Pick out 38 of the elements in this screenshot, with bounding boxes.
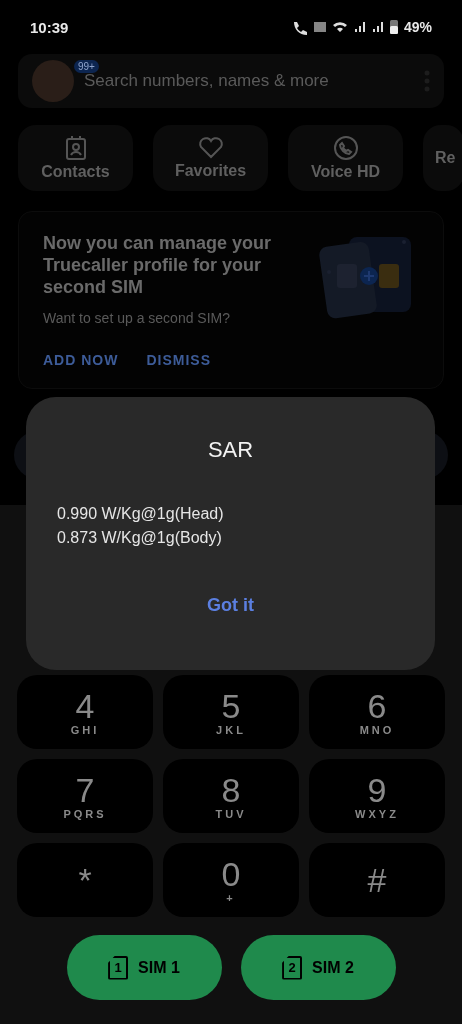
quick-action-button[interactable]: Favorites <box>153 125 268 191</box>
dial-key[interactable]: # <box>309 843 445 917</box>
sar-value: 0.873 W/Kg@1g(Body) <box>57 529 223 547</box>
quick-action-button[interactable]: Voice HD <box>288 125 403 191</box>
call-icon <box>291 19 308 35</box>
dialog-title: SAR <box>207 437 254 463</box>
dial-key[interactable]: 6 MNO <box>309 675 445 749</box>
phone-icon <box>332 135 359 161</box>
quick-action-button[interactable]: Re <box>423 125 462 191</box>
wifi-icon <box>331 21 348 33</box>
sar-value: 0.990 W/Kg@1g(Head) <box>57 505 225 523</box>
got-it-button[interactable]: Got it <box>199 591 262 620</box>
promo-subtitle: Want to set up a second SIM? <box>43 310 232 326</box>
dial-key[interactable]: 8 TUV <box>163 759 299 833</box>
search-field[interactable]: 99+ Search numbers, names & more <box>18 54 444 108</box>
promo-title: Now you can manage your Truecaller profile for your second SIM <box>43 232 273 298</box>
avatar[interactable] <box>32 60 74 102</box>
sim-card-icon: 1 <box>108 955 129 980</box>
sim-card-icon: 2 <box>282 955 303 980</box>
battery-percent: 49% <box>403 19 432 35</box>
promo-action-link[interactable]: ADD NOW <box>43 352 119 368</box>
notification-badge: 99+ <box>74 60 99 73</box>
sim-call-button[interactable]: 2 SIM 2 <box>240 935 396 1000</box>
promo-action-link[interactable]: DISMISS <box>146 352 211 368</box>
quick-action-button[interactable]: Contacts <box>18 125 133 191</box>
contact-card-icon <box>63 135 88 161</box>
dial-key[interactable]: 7 PQRS <box>17 759 153 833</box>
heart-icon <box>197 136 224 160</box>
signal-icon <box>353 21 366 33</box>
battery-icon <box>389 20 398 34</box>
dial-key[interactable]: 4 GHI <box>17 675 153 749</box>
dial-key[interactable]: 0 + <box>163 843 299 917</box>
status-time: 10:39 <box>30 18 69 36</box>
signal-icon <box>371 21 384 33</box>
dial-key[interactable]: 9 WXYZ <box>309 759 445 833</box>
sim-call-button[interactable]: 1 SIM 1 <box>66 935 222 1000</box>
dial-key[interactable]: * <box>17 843 153 917</box>
dial-key[interactable]: 5 JKL <box>163 675 299 749</box>
